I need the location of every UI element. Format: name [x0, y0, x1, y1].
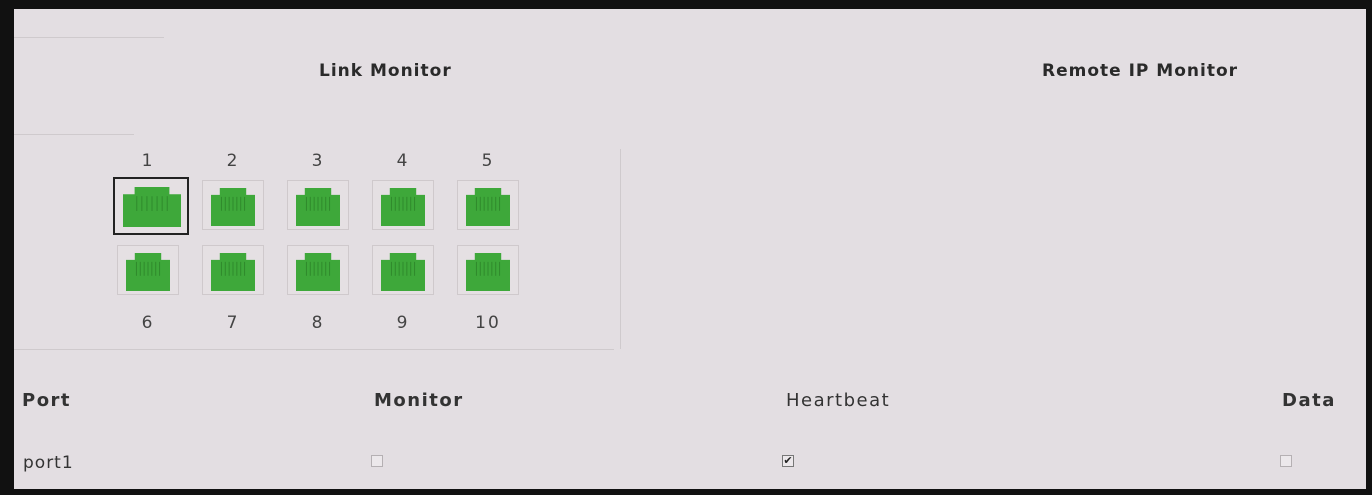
divider: [14, 37, 164, 38]
port-7-button[interactable]: [202, 245, 264, 295]
ethernet-port-icon: [296, 253, 340, 291]
ethernet-port-icon: [211, 253, 255, 291]
port-10-button[interactable]: [457, 245, 519, 295]
ha-interface-panel: Link Monitor Remote IP Monitor 1 2 3 4 5…: [14, 9, 1366, 489]
port-2-button[interactable]: [202, 180, 264, 230]
port-number-label: 3: [311, 151, 325, 171]
port-number-label: 5: [481, 151, 495, 171]
port-number-label: 2: [226, 151, 240, 171]
column-header-heartbeat: Heartbeat: [786, 390, 891, 411]
port-number-label: 1: [141, 151, 155, 171]
port-number-label: 6: [141, 313, 155, 333]
column-header-port: Port: [22, 390, 72, 411]
checkmark-icon: ✔: [783, 454, 793, 467]
port-number-label: 4: [396, 151, 410, 171]
port-8-button[interactable]: [287, 245, 349, 295]
column-header-monitor: Monitor: [374, 390, 464, 411]
ethernet-port-icon: [211, 188, 255, 226]
ethernet-port-icon: [296, 188, 340, 226]
port-4-button[interactable]: [372, 180, 434, 230]
heartbeat-checkbox[interactable]: ✔: [782, 455, 794, 467]
ethernet-port-icon: [126, 253, 170, 291]
divider: [14, 349, 614, 350]
port-1-button[interactable]: [113, 177, 189, 235]
ethernet-port-icon: [381, 253, 425, 291]
port-number-label: 8: [311, 313, 325, 333]
ethernet-port-icon: [466, 188, 510, 226]
column-header-data: Data: [1282, 390, 1336, 411]
monitor-checkbox[interactable]: [371, 455, 383, 467]
divider: [14, 134, 134, 135]
port-number-label: 9: [396, 313, 410, 333]
ethernet-port-icon: [466, 253, 510, 291]
ethernet-port-icon: [123, 187, 181, 227]
port-5-button[interactable]: [457, 180, 519, 230]
port-number-label: 7: [226, 313, 240, 333]
port-number-label: 10: [475, 313, 501, 333]
link-monitor-title: Link Monitor: [319, 61, 452, 81]
divider: [620, 149, 621, 349]
ethernet-port-icon: [381, 188, 425, 226]
port-3-button[interactable]: [287, 180, 349, 230]
data-checkbox[interactable]: [1280, 455, 1292, 467]
port-name-cell: port1: [23, 453, 74, 473]
port-9-button[interactable]: [372, 245, 434, 295]
port-6-button[interactable]: [117, 245, 179, 295]
remote-ip-monitor-title: Remote IP Monitor: [1042, 61, 1239, 81]
